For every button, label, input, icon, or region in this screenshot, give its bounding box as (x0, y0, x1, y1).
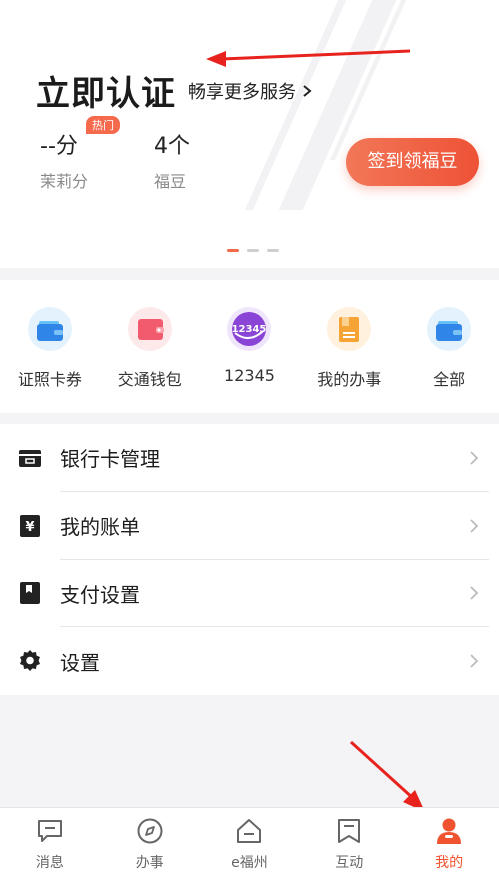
hotline-12345-icon: 12345 (227, 307, 272, 351)
menu-item-bank-card[interactable]: 银行卡管理 (0, 424, 499, 492)
menu-item-label: 支付设置 (60, 582, 140, 607)
chevron-right-icon (470, 518, 479, 533)
tab-messages[interactable]: 消息 (0, 808, 100, 878)
menu-item-label: 银行卡管理 (60, 447, 160, 472)
more-services-label: 畅享更多服务 (188, 82, 296, 103)
tab-affairs[interactable]: 办事 (100, 808, 200, 878)
jasmine-score-label: 茉莉分 (40, 172, 89, 191)
shortcut-transport-wallet[interactable]: 交通钱包 (100, 280, 200, 413)
shortcut-label: 12345 (224, 366, 275, 385)
menu-item-settings[interactable]: 设置 (0, 627, 499, 695)
shortcut-label: 交通钱包 (117, 370, 182, 389)
tab-label: 我的 (435, 855, 464, 871)
carousel-pager (227, 249, 279, 252)
signin-button[interactable]: 签到领福豆 (346, 138, 479, 186)
menu-item-label: 我的账单 (60, 515, 140, 540)
jasmine-score-stat[interactable]: --分 茉莉分 (40, 128, 88, 192)
shortcut-label: 全部 (433, 370, 466, 389)
tab-mine[interactable]: 我的 (399, 808, 499, 878)
chevron-right-icon (470, 451, 479, 465)
gear-icon (20, 650, 40, 672)
tab-label: e福州 (231, 855, 268, 871)
shortcut-license-cards[interactable]: 证照卡券 (0, 280, 100, 413)
shortcut-label: 我的办事 (317, 370, 382, 389)
jasmine-score-value: --分 (40, 134, 78, 159)
bill-icon: ¥ (20, 514, 40, 537)
menu-item-payment-settings[interactable]: 支付设置 (0, 560, 499, 628)
menu-item-my-bills[interactable]: ¥ 我的账单 (0, 492, 499, 560)
pager-dot[interactable] (247, 249, 259, 252)
bottom-tab-bar: 消息 办事 e福州 互动 我的 (0, 807, 499, 878)
shortcut-my-affairs[interactable]: 我的办事 (299, 280, 399, 413)
tab-label: 办事 (135, 855, 164, 871)
tab-interaction[interactable]: 互动 (299, 808, 399, 878)
bookmark-icon (20, 582, 40, 605)
message-icon (37, 820, 62, 842)
fudou-value: 4个 (154, 134, 190, 159)
flag-icon (338, 819, 361, 843)
fudou-stat[interactable]: 4个 福豆 (154, 128, 190, 192)
wallet-icon (427, 307, 472, 351)
shortcut-grid: 证照卡券 交通钱包 12345 12345 我的办事 全部 (0, 280, 499, 413)
shortcut-label: 证照卡券 (17, 370, 82, 389)
user-icon (437, 818, 462, 844)
more-services-link[interactable]: 畅享更多服务 (188, 78, 314, 104)
shortcut-hotline-12345[interactable]: 12345 12345 (200, 280, 300, 413)
menu-item-label: 设置 (60, 650, 100, 675)
chevron-right-icon (303, 85, 312, 97)
profile-header: 立即认证 畅享更多服务 --分 茉莉分 热门 4个 福豆 签到领福豆 (0, 0, 499, 268)
pager-dot[interactable] (267, 249, 279, 252)
verify-title[interactable]: 立即认证 (36, 66, 176, 115)
hot-badge: 热门 (86, 116, 120, 134)
fudou-label: 福豆 (154, 172, 187, 191)
chevron-right-icon (470, 586, 479, 601)
wallet-icon (27, 307, 72, 351)
tab-label: 互动 (335, 855, 364, 871)
chevron-right-icon (470, 654, 479, 668)
tab-efuzhou[interactable]: e福州 (200, 808, 300, 878)
folder-icon (327, 307, 372, 351)
tab-label: 消息 (35, 855, 64, 871)
pager-dot[interactable] (227, 249, 239, 252)
shortcut-all[interactable]: 全部 (399, 280, 499, 413)
home-icon (237, 819, 262, 843)
bank-card-icon (19, 449, 41, 467)
svg-text:12345: 12345 (232, 324, 267, 335)
settings-menu: 银行卡管理 ¥ 我的账单 支付设置 设置 (0, 424, 499, 695)
annotation-arrow (349, 740, 425, 812)
transport-wallet-icon (127, 307, 172, 351)
compass-icon (137, 818, 163, 844)
svg-text:¥: ¥ (25, 520, 34, 535)
